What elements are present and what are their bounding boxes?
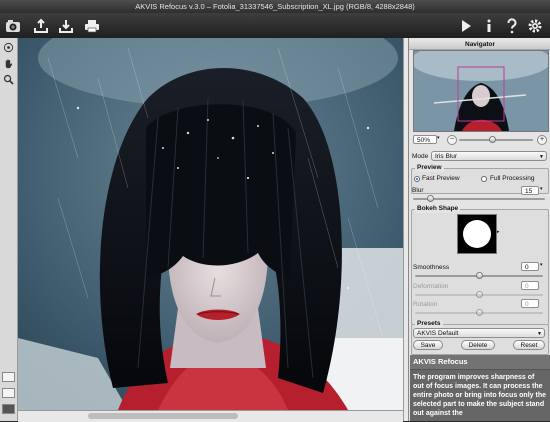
zoom-slider-knob[interactable]	[489, 136, 496, 143]
full-processing-label: Full Processing	[490, 175, 535, 182]
photo-image	[18, 38, 403, 410]
main-toolbar	[0, 13, 550, 39]
delete-preset-button[interactable]: Delete	[461, 340, 495, 350]
help-text: The program improves sharpness of out of…	[413, 374, 546, 417]
window-title: AKVIS Refocus v.3.0 – Fotolia_31337546_S…	[135, 2, 415, 11]
zoom-in-icon[interactable]: +	[537, 135, 547, 145]
preview-title: Preview	[415, 164, 444, 172]
settings-icon[interactable]	[525, 16, 545, 35]
smoothness-label: Smoothness	[413, 264, 450, 271]
info-icon[interactable]	[479, 16, 499, 35]
settings-panel: Navigator 50% ▾ − + Mode Iris Blur ▼ Pre…	[408, 38, 550, 421]
presets-title: Presets	[415, 320, 443, 328]
full-processing-radio[interactable]	[481, 176, 487, 182]
open-icon[interactable]	[31, 16, 51, 35]
smoothness-value-field[interactable]: 0	[521, 262, 539, 271]
blur-value-field[interactable]: 15	[521, 186, 539, 195]
help-panel: AKVIS Refocus The program improves sharp…	[410, 355, 550, 421]
navigator-preview[interactable]	[413, 50, 549, 132]
mode-select[interactable]: Iris Blur ▼	[431, 151, 547, 161]
deformation-value-field[interactable]: 0	[521, 281, 539, 290]
window-title-bar: AKVIS Refocus v.3.0 – Fotolia_31337546_S…	[0, 0, 550, 13]
help-icon[interactable]	[502, 16, 522, 35]
focus-target-icon[interactable]	[2, 41, 15, 54]
navigator-title: Navigator	[409, 40, 550, 50]
horizontal-scroll-thumb[interactable]	[88, 413, 238, 419]
horizontal-scrollbar[interactable]	[18, 410, 403, 422]
save-preset-button[interactable]: Save	[413, 340, 443, 350]
tools-bar	[0, 38, 18, 421]
blur-slider-knob[interactable]	[427, 195, 434, 202]
reset-preset-button[interactable]: Reset	[513, 340, 545, 350]
dropdown-arrow-icon: ▼	[537, 331, 542, 337]
mode-label: Mode	[412, 153, 429, 160]
compare-view-toggle[interactable]	[2, 388, 15, 398]
zoom-field[interactable]: 50%	[413, 135, 437, 144]
deformation-label: Deformation	[413, 283, 449, 290]
blur-stepper-icon[interactable]: ▾	[540, 185, 543, 194]
zoom-stepper-icon[interactable]: ▾	[437, 134, 440, 143]
zoom-out-icon[interactable]: −	[447, 135, 457, 145]
mode-value: Iris Blur	[435, 153, 458, 160]
bokeh-title: Bokeh Shape	[415, 205, 461, 213]
rotation-slider-knob[interactable]	[476, 309, 483, 316]
print-icon[interactable]	[82, 16, 102, 35]
app-logo-icon	[2, 16, 24, 35]
help-title: AKVIS Refocus	[410, 355, 550, 370]
preset-value: AKVIS Default	[417, 330, 459, 337]
bokeh-shape-preview[interactable]	[457, 214, 497, 254]
dropdown-arrow-icon: ▼	[539, 154, 544, 160]
run-icon[interactable]	[456, 16, 476, 35]
fast-preview-label: Fast Preview	[422, 175, 460, 182]
bokeh-shape-arrow-icon[interactable]: ▸	[497, 228, 500, 237]
smoothness-slider-knob[interactable]	[476, 272, 483, 279]
fast-preview-radio[interactable]	[414, 176, 420, 182]
deformation-slider-knob[interactable]	[476, 291, 483, 298]
rotation-value-field[interactable]: 0	[521, 299, 539, 308]
zoom-slider[interactable]	[459, 139, 533, 141]
preset-select[interactable]: AKVIS Default ▼	[413, 328, 545, 338]
smoothness-stepper-icon[interactable]: ▾	[540, 261, 543, 270]
background-color-toggle[interactable]	[2, 404, 15, 414]
save-icon[interactable]	[56, 16, 76, 35]
image-canvas[interactable]	[18, 38, 403, 410]
blur-label: Blur	[412, 187, 424, 194]
rotation-label: Rotation	[413, 301, 438, 308]
zoom-icon[interactable]	[2, 73, 15, 86]
before-view-toggle[interactable]	[2, 372, 15, 382]
hand-icon[interactable]	[2, 57, 15, 70]
